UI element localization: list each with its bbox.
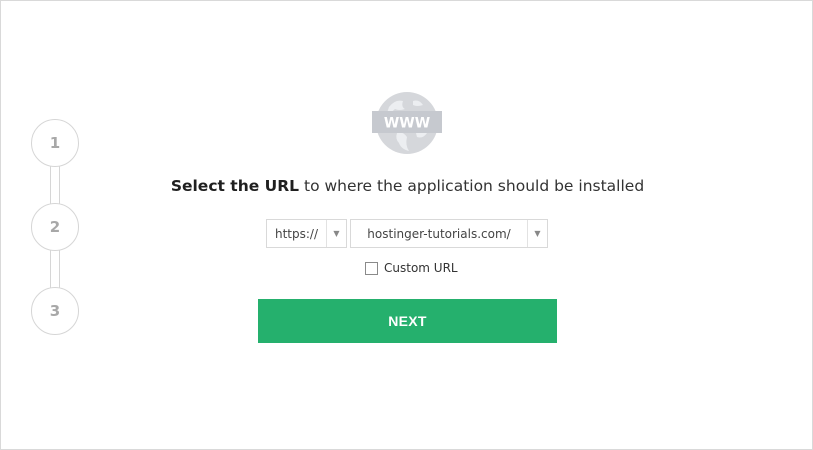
custom-url-checkbox[interactable]	[365, 261, 378, 275]
chevron-down-icon[interactable]: ▼	[326, 220, 346, 247]
stepper: 1 2 3	[31, 119, 79, 335]
protocol-select[interactable]: https:// ▼	[266, 219, 347, 248]
step-3: 3	[31, 287, 79, 335]
protocol-select-value: https://	[274, 226, 318, 241]
chevron-down-icon[interactable]: ▼	[527, 220, 547, 247]
install-wizard-panel: 1 2 3 WWW Select the URL to where the ap…	[0, 0, 813, 450]
custom-url-option[interactable]: Custom URL	[365, 261, 458, 275]
domain-select[interactable]: hostinger-tutorials.com/ ▼	[350, 219, 548, 248]
step-connector	[50, 249, 60, 289]
title-rest: to where the application should be insta…	[304, 177, 645, 195]
globe-label: WWW	[384, 116, 430, 132]
step-number: 1	[49, 134, 61, 152]
www-globe-icon: WWW	[371, 89, 443, 157]
step-1: 1	[31, 119, 79, 167]
step-2: 2	[31, 203, 79, 251]
custom-url-label: Custom URL	[384, 261, 458, 275]
domain-select-value: hostinger-tutorials.com/	[367, 226, 511, 241]
step-number: 3	[49, 302, 61, 320]
step-number: 2	[49, 218, 61, 236]
next-button[interactable]: NEXT	[258, 299, 557, 343]
page-title: Select the URL to where the application …	[1, 177, 813, 195]
title-strong: Select the URL	[170, 177, 300, 195]
